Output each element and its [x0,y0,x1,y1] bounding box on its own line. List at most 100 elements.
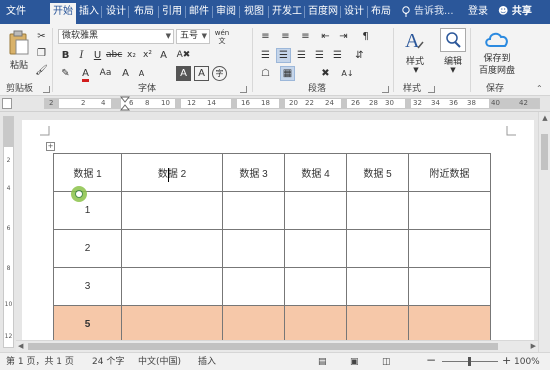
tab-file[interactable]: 文件 [2,3,30,21]
read-mode-icon[interactable]: ▤ [318,356,327,368]
tab-mailings[interactable]: 邮件 [188,3,210,21]
print-layout-icon[interactable]: ▣ [350,356,359,368]
shading-icon[interactable]: ☖ [258,66,273,81]
tab-layout[interactable]: 布局 [132,3,156,21]
zoom-in-icon[interactable]: + [502,355,511,367]
share-button[interactable]: ☻ 共享 [494,3,548,21]
shrink-font-icon[interactable]: A [134,66,149,81]
numbering-icon[interactable]: ≡ [278,29,293,44]
text-effects-icon[interactable]: A [156,48,171,63]
sort-icon[interactable]: A↓ [340,66,355,81]
zoom-out-icon[interactable]: − [426,354,436,366]
clipboard-launcher-icon[interactable] [43,86,50,93]
tell-me-search[interactable]: 告诉我... [414,3,454,21]
enclose-char-icon[interactable]: 字 [212,66,227,81]
superscript-icon[interactable]: x² [140,48,155,63]
table-cell[interactable] [346,191,409,230]
table-cell[interactable] [346,305,409,344]
web-layout-icon[interactable]: ◫ [382,356,391,368]
document-canvas[interactable]: + 数据 1 数据 2 数据 3 数据 4 数据 5 附近数据 1 2 3 5 [16,112,538,352]
vertical-scroll-thumb[interactable] [541,134,548,170]
phonetic-guide-icon[interactable]: wén 文 [213,29,231,45]
tab-selector-icon[interactable] [2,98,12,109]
clear-format-icon[interactable]: A✖ [176,48,191,63]
tab-review[interactable]: 审阅 [215,3,237,21]
align-right-icon[interactable]: ☰ [294,48,309,63]
multilevel-list-icon[interactable]: ≡ [298,29,313,44]
bold-icon[interactable]: B [58,48,73,63]
tab-baidu-disk[interactable]: 百度网 [307,3,339,21]
tab-references[interactable]: 引用 [161,3,183,21]
horizontal-scroll-thumb[interactable] [28,343,498,350]
paragraph-launcher-icon[interactable] [382,86,389,93]
cut-icon[interactable]: ✂ [34,29,49,44]
styles-icon[interactable]: A [404,28,424,52]
table-header-cell[interactable]: 数据 2 [121,153,223,192]
horizontal-scrollbar[interactable]: ◀ ▶ [16,340,538,352]
zoom-level[interactable]: 100% [514,356,540,368]
show-marks-icon[interactable]: ¶ [358,29,373,44]
distributed-icon[interactable]: ☰ [330,48,345,63]
table-cell[interactable] [222,267,285,306]
justify-icon[interactable]: ☰ [312,48,327,63]
subscript-icon[interactable]: x₂ [124,48,139,63]
align-center-icon[interactable]: ☰ [276,48,291,63]
table-cell[interactable] [121,305,223,344]
table-cell[interactable] [121,229,223,268]
align-left-icon[interactable]: ☰ [258,48,273,63]
horizontal-ruler[interactable]: 2 2 4 6 8 10 12 14 16 18 20 22 24 26 28 … [0,96,550,112]
indent-marker-icon[interactable] [120,96,130,112]
insert-mode-status[interactable]: 插入 [198,356,216,368]
tab-view[interactable]: 视图 [242,3,266,21]
table-cell[interactable] [346,229,409,268]
line-spacing-icon[interactable]: ⇵ [352,48,367,63]
table-header-cell[interactable]: 数据 3 [222,153,285,192]
page-count[interactable]: 第 1 页，共 1 页 [6,356,74,368]
copy-icon[interactable]: ❐ [34,46,49,61]
document-page[interactable]: + 数据 1 数据 2 数据 3 数据 4 数据 5 附近数据 1 2 3 5 [22,120,534,352]
paste-icon[interactable] [8,30,30,56]
bullets-icon[interactable]: ≡ [258,29,273,44]
scroll-right-icon[interactable]: ▶ [531,342,536,350]
table-cell[interactable] [408,267,491,306]
tab-home[interactable]: 开始 [50,3,76,24]
table-cell[interactable]: 3 [53,267,122,306]
tab-design[interactable]: 设计 [105,3,127,21]
decrease-indent-icon[interactable]: ⇤ [318,29,333,44]
strikethrough-icon[interactable]: abc [106,48,122,63]
font-color-icon[interactable]: A [78,66,93,82]
table-cell[interactable] [121,191,223,230]
table-header-cell[interactable]: 数据 1 [53,153,122,192]
table-cell[interactable]: 5 [53,305,122,344]
table-cell[interactable] [408,191,491,230]
table-cell[interactable] [408,305,491,344]
table-header-cell[interactable]: 数据 5 [346,153,409,192]
table-header-cell[interactable]: 附近数据 [408,153,491,192]
chinese-layout-icon[interactable]: ✖ [318,66,333,81]
font-launcher-icon[interactable] [240,86,247,93]
zoom-slider-knob[interactable] [468,357,471,366]
underline-icon[interactable]: U [90,48,105,63]
change-case-icon[interactable]: Aa [98,66,113,81]
table-move-handle-icon[interactable]: + [46,142,55,151]
editing-button[interactable] [440,28,466,52]
vertical-scrollbar[interactable]: ▲ [538,112,550,352]
tab-table-layout[interactable]: 布局 [370,3,392,21]
tab-developer[interactable]: 开发工 [271,3,303,21]
baidu-cloud-icon[interactable] [484,28,510,50]
char-border-icon[interactable]: A [194,66,209,81]
table-cell[interactable] [284,229,347,268]
font-size-select[interactable]: 五号 ▼ [176,29,210,44]
font-name-select[interactable]: 微软雅黑 ▼ [58,29,174,44]
table-cell[interactable] [121,267,223,306]
collapse-ribbon-icon[interactable]: ⌃ [536,84,543,93]
scroll-left-icon[interactable]: ◀ [18,342,23,350]
grow-font-icon[interactable]: A [118,66,133,81]
char-shading-icon[interactable]: A [176,66,191,81]
scroll-up-icon[interactable]: ▲ [541,114,549,122]
table-cell[interactable] [222,191,285,230]
table-cell[interactable] [222,305,285,344]
word-count[interactable]: 24 个字 [92,356,124,368]
styles-launcher-icon[interactable] [428,86,435,93]
format-painter-icon[interactable]: 🖌 [34,63,49,78]
